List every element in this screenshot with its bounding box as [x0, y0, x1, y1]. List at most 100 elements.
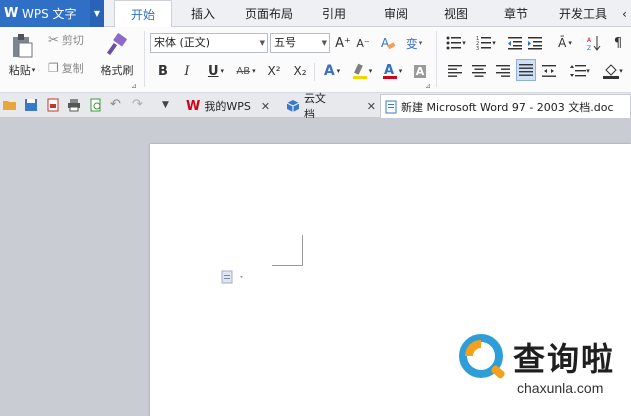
tab-label: 我的WPS: [204, 100, 251, 113]
font-size-value: 五号: [274, 36, 296, 49]
chevron-down-icon[interactable]: ▼: [90, 0, 104, 27]
tab-cloud-docs[interactable]: 云文档 ✕: [282, 92, 376, 121]
tab-label: 新建 Microsoft Word 97 - 2003 文档.doc: [401, 100, 614, 114]
bullet-list-icon: [446, 36, 462, 50]
close-icon[interactable]: ✕: [367, 100, 376, 113]
format-painter-button[interactable]: 格式刷: [96, 63, 138, 77]
text-effect-icon: A: [323, 63, 335, 79]
margin-corner-mark: [272, 235, 303, 266]
export-pdf-icon[interactable]: [46, 98, 60, 112]
quick-access-bar: ↶ ↷ ▼ W 我的WPS ✕ 云文档 ✕ 新建 Microsoft Word …: [0, 92, 631, 121]
undo-icon[interactable]: ↶: [110, 98, 124, 112]
copy-icon: ❐: [48, 61, 59, 75]
more-tabs-icon[interactable]: ‹: [618, 0, 631, 27]
clipboard-launcher-icon[interactable]: ⊿: [131, 82, 137, 90]
cut-button[interactable]: ✂ 剪切: [48, 32, 92, 48]
tab-references[interactable]: 引用: [312, 0, 356, 27]
paste-options-icon: [221, 270, 243, 284]
shading-button[interactable]: ▾: [598, 61, 628, 81]
chevron-down-icon[interactable]: ▼: [162, 98, 176, 112]
doc-icon: [385, 100, 397, 113]
font-size-select[interactable]: 五号 ▼: [270, 33, 330, 53]
watermark-title: 查询啦: [513, 340, 616, 378]
char-shading-label: A: [413, 64, 427, 78]
tab-page-layout[interactable]: 页面布局: [238, 0, 300, 27]
line-spacing-icon: [570, 65, 587, 77]
redo-icon[interactable]: ↷: [132, 98, 146, 112]
cut-label: 剪切: [61, 34, 84, 47]
app-menu-button[interactable]: W WPS 文字 ▼: [0, 0, 104, 27]
bullet-list-button[interactable]: ▾: [442, 33, 470, 53]
superscript-button[interactable]: X²: [264, 61, 284, 81]
open-folder-icon[interactable]: [3, 98, 17, 112]
line-spacing-button[interactable]: ▾: [566, 61, 594, 81]
wps-logo-icon: W: [186, 98, 201, 114]
print-preview-icon[interactable]: [89, 98, 103, 112]
align-center-icon[interactable]: [470, 61, 488, 81]
tab-section[interactable]: 章节: [494, 0, 538, 27]
text-effect-button[interactable]: A ▾: [318, 61, 346, 81]
numbered-list-button[interactable]: 1 2 3 ▾: [472, 33, 500, 53]
clear-format-icon[interactable]: A: [378, 33, 398, 53]
decrease-indent-icon[interactable]: [506, 33, 524, 53]
scissors-icon: ✂: [48, 32, 59, 48]
document-workspace: 查询啦 chaxunla.com: [0, 118, 631, 416]
chevron-down-icon: ▼: [259, 39, 265, 47]
watermark-url: chaxunla.com: [517, 380, 604, 396]
align-right-icon[interactable]: [494, 61, 512, 81]
print-icon[interactable]: [67, 98, 81, 112]
paste-label: 粘贴: [8, 64, 31, 77]
italic-button[interactable]: I: [178, 61, 196, 81]
font-color-button[interactable]: A ▾: [378, 61, 406, 81]
font-color-icon: A: [382, 63, 397, 79]
magnifier-logo-icon: [459, 334, 505, 379]
increase-indent-icon[interactable]: [526, 33, 544, 53]
tab-view[interactable]: 视图: [434, 0, 478, 27]
tab-current-document[interactable]: 新建 Microsoft Word 97 - 2003 文档.doc: [380, 94, 631, 118]
chevron-down-icon: ▼: [321, 39, 327, 47]
ribbon-toolbar: 粘贴 ▾ ✂ 剪切 ❐ 复制 格式刷 ⊿ 宋体 (正文) ▼ 五号 ▼ A⁺ A⁻ A…: [0, 27, 631, 93]
save-icon[interactable]: [24, 98, 38, 112]
tab-home[interactable]: 开始: [114, 0, 172, 28]
paste-icon[interactable]: [6, 31, 38, 61]
char-scale-button[interactable]: Ā ▾: [550, 33, 580, 53]
bold-button[interactable]: B: [154, 61, 172, 81]
align-left-icon[interactable]: [446, 61, 464, 81]
font-launcher-icon[interactable]: ⊿: [425, 82, 431, 90]
tab-my-wps[interactable]: W 我的WPS ✕: [182, 94, 278, 118]
char-shading-button[interactable]: A: [410, 61, 430, 81]
close-icon[interactable]: ✕: [261, 100, 270, 113]
show-marks-icon[interactable]: ¶: [608, 33, 628, 53]
sort-icon[interactable]: AZ: [584, 33, 604, 53]
copy-label: 复制: [61, 62, 84, 75]
char-scale-icon: Ā: [558, 36, 567, 50]
strikethrough-label: AB: [236, 65, 251, 77]
subscript-button[interactable]: X₂: [290, 61, 310, 81]
distribute-icon[interactable]: [540, 61, 558, 81]
grow-font-button[interactable]: A⁺: [334, 33, 352, 53]
paste-button[interactable]: 粘贴 ▾: [4, 63, 40, 77]
paint-bucket-icon: [603, 64, 620, 79]
divider: [144, 31, 145, 87]
font-name-value: 宋体 (正文): [154, 36, 211, 49]
tab-insert[interactable]: 插入: [180, 0, 226, 27]
tab-review[interactable]: 审阅: [374, 0, 418, 27]
cube-icon: [286, 100, 300, 112]
shrink-font-button[interactable]: A⁻: [354, 33, 372, 53]
copy-button[interactable]: ❐ 复制: [48, 61, 92, 75]
svg-text:3: 3: [476, 46, 479, 50]
underline-button[interactable]: U ▾: [202, 61, 230, 81]
strikethrough-button[interactable]: AB ▾: [232, 61, 260, 81]
phonetic-guide-button[interactable]: 变 ▾: [402, 33, 426, 53]
menu-bar: W WPS 文字 ▼ 开始 插入 页面布局 引用 审阅 视图 章节 开发工具 ‹: [0, 0, 631, 28]
align-justify-icon[interactable]: [516, 59, 536, 81]
svg-text:A: A: [384, 63, 394, 78]
font-name-select[interactable]: 宋体 (正文) ▼: [150, 33, 268, 53]
paste-options-button[interactable]: [221, 270, 249, 284]
format-painter-icon[interactable]: [100, 31, 134, 59]
wps-logo-icon: W: [4, 5, 19, 21]
highlight-button[interactable]: ▾: [348, 61, 376, 81]
tab-developer[interactable]: 开发工具: [552, 0, 614, 27]
watermark: 查询啦 chaxunla.com: [455, 328, 631, 414]
phonetic-label: 变: [405, 36, 418, 51]
